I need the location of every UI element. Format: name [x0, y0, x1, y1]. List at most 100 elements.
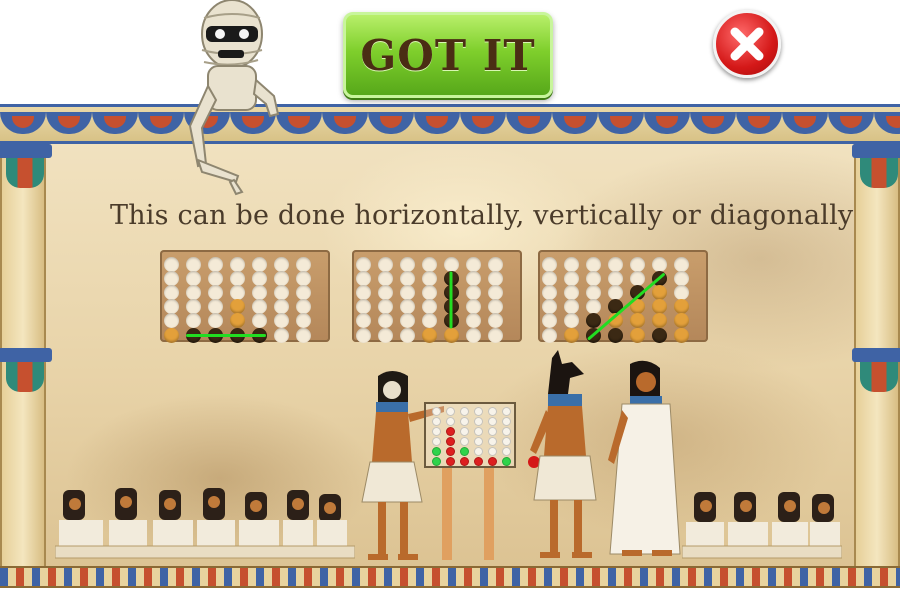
mini-empty-slot [502, 417, 511, 426]
empty-slot [355, 313, 371, 329]
empty-slot [585, 284, 601, 300]
empty-slot [421, 299, 437, 315]
frieze-petal-inner [334, 116, 356, 128]
empty-slot [251, 256, 267, 272]
frieze-petal [598, 112, 644, 134]
empty-slot [465, 284, 481, 300]
empty-slot [207, 270, 223, 286]
got-it-label: GOT IT [360, 30, 536, 80]
mini-empty-slot [502, 427, 511, 436]
mini-empty-slot [460, 427, 469, 436]
mini-empty-slot [460, 437, 469, 446]
column-capital [0, 144, 52, 158]
empty-slot [377, 284, 393, 300]
frieze-petal-inner [564, 116, 586, 128]
empty-slot [421, 284, 437, 300]
frieze-petal [506, 112, 552, 134]
orange-piece [443, 327, 459, 343]
frieze-petal [460, 112, 506, 134]
empty-slot [229, 284, 245, 300]
empty-slot [273, 270, 289, 286]
frieze-petal [414, 112, 460, 134]
frieze-petal-inner [12, 116, 34, 128]
frieze-petal [874, 112, 900, 134]
mini-empty-slot [432, 437, 441, 446]
empty-slot [563, 270, 579, 286]
column-capital [852, 348, 900, 362]
empty-slot [251, 284, 267, 300]
frieze-tile [92, 112, 138, 136]
frieze-tile [782, 112, 828, 136]
mummy-icon [188, 0, 280, 196]
example-board-horizontal [160, 250, 330, 343]
frieze-petal-inner [840, 116, 862, 128]
frieze-petal-inner [426, 116, 448, 128]
orange-piece [629, 313, 645, 329]
empty-slot [207, 313, 223, 329]
mini-empty-slot [502, 407, 511, 416]
empty-slot [295, 327, 311, 343]
frieze-petal-inner [610, 116, 632, 128]
empty-slot [295, 313, 311, 329]
frieze-petal-inner [104, 116, 126, 128]
empty-slot [487, 327, 503, 343]
empty-slot [541, 313, 557, 329]
empty-slot [607, 270, 623, 286]
empty-slot [541, 299, 557, 315]
example-board-vertical [352, 250, 522, 343]
frieze-petal [92, 112, 138, 134]
empty-slot [465, 256, 481, 272]
empty-slot [399, 299, 415, 315]
column-capital [0, 348, 52, 362]
empty-slot [399, 327, 415, 343]
empty-slot [585, 256, 601, 272]
win-line-vertical [449, 271, 453, 328]
empty-slot [295, 256, 311, 272]
mini-green-piece [432, 457, 441, 466]
empty-slot [377, 270, 393, 286]
frieze-petal [368, 112, 414, 134]
instruction-text: This can be done horizontally, verticall… [110, 200, 854, 231]
empty-slot [673, 270, 689, 286]
mini-red-piece [446, 457, 455, 466]
frieze-tile [644, 112, 690, 136]
mini-game-board [424, 402, 516, 468]
empty-slot [251, 313, 267, 329]
frieze-tile [828, 112, 874, 136]
frieze-petal [782, 112, 828, 134]
column-lotus [860, 158, 898, 188]
mini-empty-slot [432, 427, 441, 436]
frieze-petal-inner [518, 116, 540, 128]
column-lotus [860, 362, 898, 392]
empty-slot [651, 256, 667, 272]
empty-slot [607, 284, 623, 300]
empty-slot [399, 256, 415, 272]
orange-piece [651, 313, 667, 329]
frieze-tile [690, 112, 736, 136]
frieze-tile [460, 112, 506, 136]
got-it-button[interactable]: GOT IT [343, 12, 553, 98]
example-board-diagonal [538, 250, 708, 343]
empty-slot [163, 270, 179, 286]
mini-empty-slot [488, 427, 497, 436]
empty-slot [443, 256, 459, 272]
close-button[interactable] [713, 10, 781, 78]
empty-slot [355, 284, 371, 300]
empty-slot [355, 299, 371, 315]
empty-slot [377, 313, 393, 329]
egyptian-frieze [0, 104, 900, 144]
column-lotus [6, 362, 44, 392]
frieze-tile [0, 112, 46, 136]
mini-empty-slot [502, 437, 511, 446]
frieze-petal-inner [794, 116, 816, 128]
empty-slot [585, 299, 601, 315]
mini-empty-slot [446, 407, 455, 416]
empty-slot [207, 256, 223, 272]
orange-piece [651, 299, 667, 315]
orange-piece [563, 327, 579, 343]
frieze-petal [46, 112, 92, 134]
empty-slot [185, 284, 201, 300]
mini-red-piece [460, 457, 469, 466]
mini-empty-slot [488, 407, 497, 416]
empty-slot [377, 256, 393, 272]
